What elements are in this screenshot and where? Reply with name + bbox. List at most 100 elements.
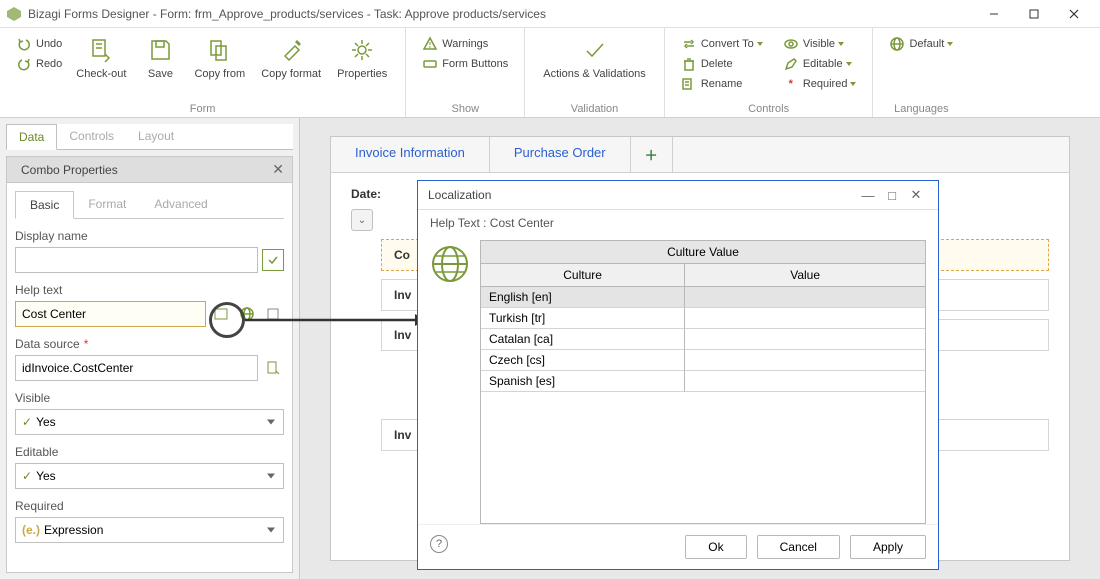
side-tabs: Data Controls Layout — [6, 124, 293, 150]
collapse-button[interactable]: ⌄ — [351, 209, 373, 231]
dialog-maximize-button[interactable]: □ — [880, 188, 904, 203]
visible-button[interactable]: Visible — [777, 34, 863, 54]
rename-button[interactable]: Rename — [675, 74, 769, 94]
help-text-localize-button[interactable] — [236, 303, 258, 325]
value-cell[interactable] — [685, 308, 925, 329]
editable-dropdown[interactable]: ✓Yes — [15, 463, 284, 489]
property-tabs: Basic Format Advanced — [15, 191, 284, 219]
value-cell[interactable] — [685, 371, 925, 392]
field-editable: Editable ✓Yes — [15, 445, 284, 489]
ribbon-group-label: Show — [416, 103, 514, 117]
globe-icon — [430, 240, 480, 524]
actions-validations-button[interactable]: Actions & Validations — [535, 32, 654, 84]
field-required: Required (e.)Expression — [15, 499, 284, 543]
copy-from-button[interactable]: Copy from — [186, 32, 253, 84]
col-value: Value — [685, 264, 925, 287]
form-buttons-button[interactable]: Form Buttons — [416, 54, 514, 74]
ribbon-group-languages: Default Languages — [873, 28, 969, 117]
help-text-input[interactable] — [15, 301, 206, 327]
save-button[interactable]: Save — [134, 32, 186, 84]
undo-button[interactable]: Undo — [10, 34, 68, 54]
visible-dropdown[interactable]: ✓Yes — [15, 409, 284, 435]
prop-tab-basic[interactable]: Basic — [15, 191, 74, 219]
data-source-input[interactable] — [15, 355, 258, 381]
ribbon-group-controls: Convert To Delete Rename Visible Editabl… — [665, 28, 874, 117]
col-culture: Culture — [481, 264, 685, 287]
culture-table: Culture Value Culture Value English [en]… — [480, 240, 926, 524]
tab-layout[interactable]: Layout — [126, 124, 186, 149]
data-source-picker-button[interactable] — [262, 357, 284, 379]
value-cell[interactable] — [685, 287, 925, 308]
redo-button[interactable]: Redo — [10, 54, 68, 74]
field-display-name: Display name — [15, 229, 284, 273]
localization-dialog: Localization — □ ✕ Help Text : Cost Cent… — [417, 180, 939, 570]
dialog-help-button[interactable]: ? — [430, 535, 448, 553]
dialog-footer: ? Ok Cancel Apply — [418, 524, 938, 569]
ribbon-group-label: Languages — [883, 103, 959, 117]
visible-label: Visible — [15, 391, 284, 405]
delete-button[interactable]: Delete — [675, 54, 769, 74]
dialog-close-button[interactable]: ✕ — [904, 187, 928, 203]
prop-tab-advanced[interactable]: Advanced — [140, 191, 221, 218]
editable-button[interactable]: Editable — [777, 54, 863, 74]
ribbon-group-label: Validation — [535, 103, 654, 117]
ribbon-group-validation: Actions & Validations Validation — [525, 28, 665, 117]
warnings-button[interactable]: Warnings — [416, 34, 514, 54]
default-language-button[interactable]: Default — [883, 34, 959, 54]
value-cell[interactable] — [685, 329, 925, 350]
window-minimize-button[interactable] — [974, 0, 1014, 28]
ribbon-group-show: Warnings Form Buttons Show — [406, 28, 525, 117]
app-icon — [6, 6, 22, 22]
asterisk-icon: * — [783, 76, 799, 92]
panel-title: Combo Properties — [21, 163, 118, 177]
panel-close-button[interactable]: ✕ — [272, 161, 284, 178]
display-name-localize-button[interactable] — [262, 249, 284, 271]
culture-row[interactable]: Czech [cs] — [481, 350, 925, 371]
form-tab-invoice[interactable]: Invoice Information — [331, 137, 490, 172]
culture-row[interactable]: English [en] — [481, 287, 925, 308]
culture-cell: Catalan [ca] — [481, 329, 685, 350]
required-dropdown[interactable]: (e.)Expression — [15, 517, 284, 543]
ribbon-group-label: Controls — [675, 103, 863, 117]
culture-row[interactable]: Spanish [es] — [481, 371, 925, 392]
ribbon-group-form: Undo Redo Check-out Save Copy from Copy … — [0, 28, 406, 117]
form-tabs: Invoice Information Purchase Order ＋ — [331, 137, 1069, 173]
field-visible: Visible ✓Yes — [15, 391, 284, 435]
culture-cell: Turkish [tr] — [481, 308, 685, 329]
required-button[interactable]: *Required — [777, 74, 863, 94]
tab-data[interactable]: Data — [6, 124, 57, 150]
form-tab-add[interactable]: ＋ — [631, 137, 673, 172]
culture-cell: English [en] — [481, 287, 685, 308]
ribbon: Undo Redo Check-out Save Copy from Copy … — [0, 28, 1100, 118]
help-text-expression-button[interactable] — [210, 303, 232, 325]
convert-to-button[interactable]: Convert To — [675, 34, 769, 54]
window-close-button[interactable] — [1054, 0, 1094, 28]
required-label: Required — [15, 499, 284, 513]
ok-button[interactable]: Ok — [685, 535, 746, 559]
form-tab-purchase-order[interactable]: Purchase Order — [490, 137, 631, 172]
value-cell[interactable] — [685, 350, 925, 371]
display-name-label: Display name — [15, 229, 284, 243]
tab-controls[interactable]: Controls — [57, 124, 126, 149]
apply-button[interactable]: Apply — [850, 535, 926, 559]
dialog-titlebar: Localization — □ ✕ — [418, 181, 938, 210]
properties-panel-header: Combo Properties ✕ — [6, 156, 293, 183]
culture-cell: Spanish [es] — [481, 371, 685, 392]
display-name-input[interactable] — [15, 247, 258, 273]
editable-label: Editable — [15, 445, 284, 459]
dialog-minimize-button[interactable]: — — [856, 188, 880, 203]
culture-cell: Czech [cs] — [481, 350, 685, 371]
culture-row[interactable]: Turkish [tr] — [481, 308, 925, 329]
properties-panel-body: Basic Format Advanced Display name Help … — [6, 183, 293, 573]
window-title: Bizagi Forms Designer - Form: frm_Approv… — [28, 7, 546, 21]
window-maximize-button[interactable] — [1014, 0, 1054, 28]
culture-row[interactable]: Catalan [ca] — [481, 329, 925, 350]
copy-format-button[interactable]: Copy format — [253, 32, 329, 84]
field-help-text: Help text — [15, 283, 284, 327]
properties-button[interactable]: Properties — [329, 32, 395, 84]
expression-icon: (e.) — [22, 523, 40, 537]
cancel-button[interactable]: Cancel — [757, 535, 840, 559]
prop-tab-format[interactable]: Format — [74, 191, 140, 218]
help-text-clear-button[interactable] — [262, 303, 284, 325]
checkout-button[interactable]: Check-out — [68, 32, 134, 84]
